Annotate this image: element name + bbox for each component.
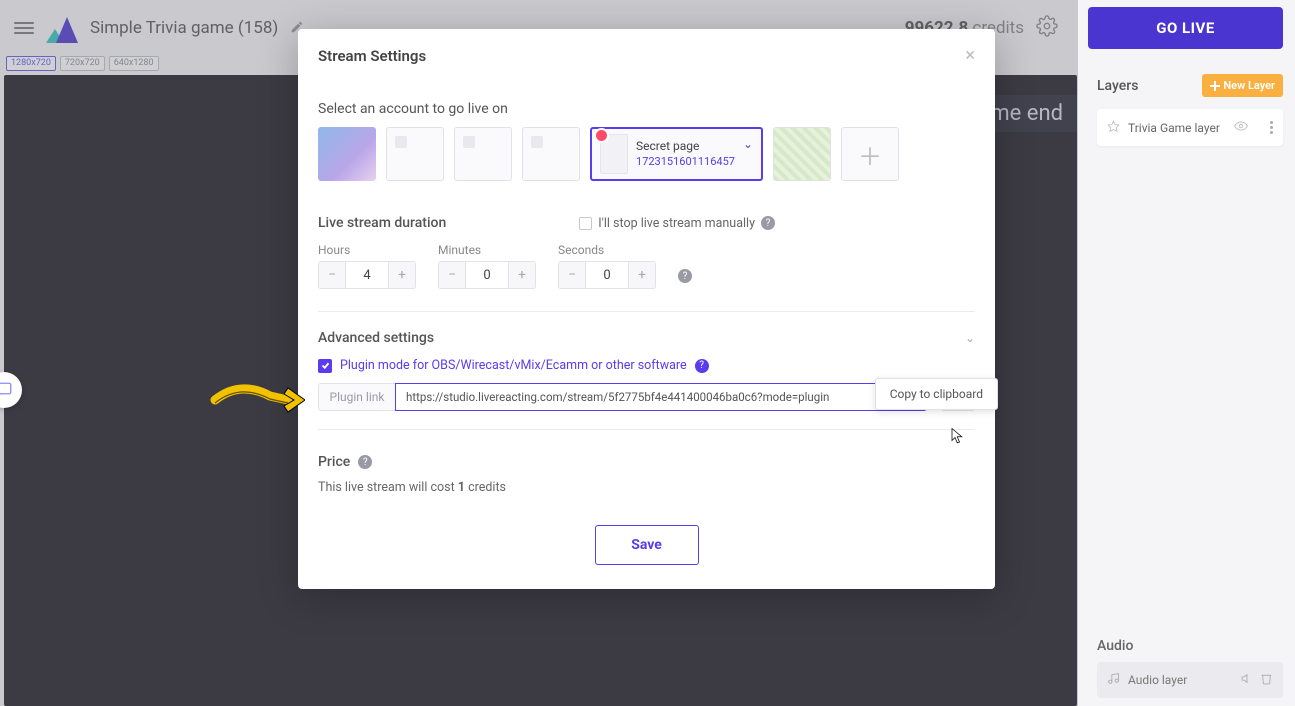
new-layer-button[interactable]: New Layer	[1202, 74, 1283, 97]
selected-account-id: 1723151601116457	[636, 155, 735, 169]
visibility-icon[interactable]	[1228, 119, 1248, 136]
hours-label: Hours	[318, 243, 416, 257]
select-account-label: Select an account to go live on	[318, 101, 975, 117]
duration-help-icon[interactable]: ?	[678, 269, 692, 283]
account-option-4[interactable]	[522, 127, 580, 181]
star-icon	[1107, 120, 1120, 136]
hours-plus[interactable]: +	[389, 262, 415, 288]
trash-icon[interactable]	[1260, 672, 1273, 688]
audio-item[interactable]: Audio layer	[1097, 662, 1283, 698]
hours-minus[interactable]: −	[319, 262, 345, 288]
manual-stop-checkbox[interactable]: I'll stop live stream manually ?	[579, 216, 775, 231]
minutes-plus[interactable]: +	[509, 262, 535, 288]
music-icon	[1107, 672, 1120, 688]
right-sidebar: Layers New Layer Trivia Game layer Audio…	[1085, 56, 1295, 706]
go-live-button[interactable]: GO LIVE	[1088, 7, 1283, 49]
seconds-label: Seconds	[558, 243, 656, 257]
plugin-checkbox[interactable]	[318, 359, 332, 373]
stream-settings-modal: Stream Settings × Select an account to g…	[298, 29, 995, 589]
plugin-help-icon[interactable]: ?	[695, 359, 709, 373]
add-account-button[interactable]: ＋	[841, 127, 899, 181]
collapse-icon[interactable]: ⌄	[965, 331, 975, 345]
plugin-mode-label: Plugin mode for OBS/Wirecast/vMix/Ecamm …	[340, 358, 687, 373]
notification-badge-icon	[594, 128, 609, 143]
account-option-2[interactable]	[386, 127, 444, 181]
minutes-input[interactable]	[465, 262, 509, 288]
arrow-annotation	[210, 378, 305, 422]
layer-name: Trivia Game layer	[1128, 121, 1220, 135]
selected-account-name: Secret page	[636, 139, 735, 155]
seconds-input[interactable]	[585, 262, 629, 288]
account-option-3[interactable]	[454, 127, 512, 181]
save-button[interactable]: Save	[595, 525, 699, 565]
account-option-selected[interactable]: Secret page 1723151601116457 ⌄	[590, 127, 763, 181]
seconds-minus[interactable]: −	[559, 262, 585, 288]
manual-stop-label: I'll stop live stream manually	[598, 216, 755, 231]
seconds-stepper: − +	[558, 261, 656, 289]
duration-title: Live stream duration	[318, 215, 446, 231]
minutes-label: Minutes	[438, 243, 536, 257]
more-icon[interactable]	[1270, 121, 1273, 134]
audio-section: Audio Audio layer	[1097, 630, 1283, 698]
cursor-icon	[949, 427, 967, 449]
plugin-link-label: Plugin link	[318, 383, 395, 411]
account-list: Secret page 1723151601116457 ⌄ ＋	[318, 127, 975, 181]
close-icon[interactable]: ×	[965, 47, 975, 65]
price-title: Price	[318, 454, 350, 470]
audio-layer-name: Audio layer	[1128, 673, 1187, 687]
chevron-down-icon[interactable]: ⌄	[743, 137, 753, 151]
hours-stepper: − +	[318, 261, 416, 289]
layer-item[interactable]: Trivia Game layer	[1097, 109, 1283, 146]
hours-input[interactable]	[345, 262, 389, 288]
checkbox-icon	[579, 217, 592, 230]
account-option-1[interactable]	[318, 127, 376, 181]
minutes-minus[interactable]: −	[439, 262, 465, 288]
price-help-icon[interactable]: ?	[358, 455, 372, 469]
plugin-link-input[interactable]	[395, 383, 927, 411]
seconds-plus[interactable]: +	[629, 262, 655, 288]
audio-title: Audio	[1097, 638, 1283, 654]
copy-tooltip: Copy to clipboard	[875, 378, 998, 410]
layers-title: Layers	[1097, 78, 1138, 94]
minutes-stepper: − +	[438, 261, 536, 289]
modal-title: Stream Settings	[318, 47, 426, 65]
account-option-6[interactable]	[773, 127, 831, 181]
price-text: This live stream will cost 1 credits	[318, 480, 975, 495]
mute-icon[interactable]	[1241, 672, 1254, 688]
help-icon[interactable]: ?	[761, 216, 775, 230]
advanced-title: Advanced settings	[318, 330, 434, 346]
